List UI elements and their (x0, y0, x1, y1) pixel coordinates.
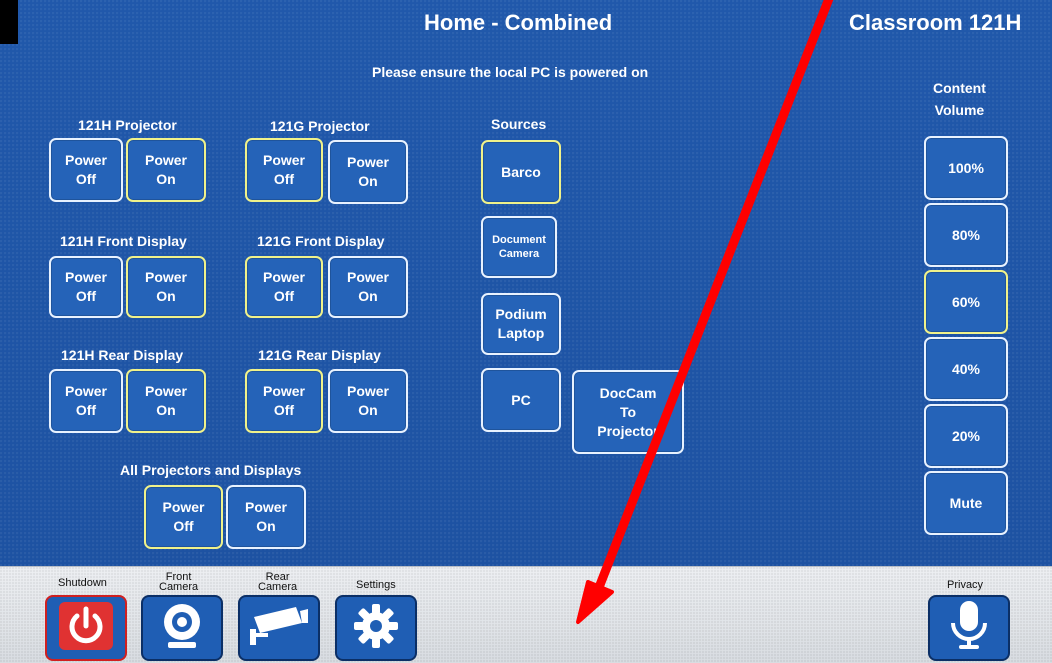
button-label: Power On (346, 383, 389, 418)
button-label: Power Off (64, 269, 107, 304)
source-podium-laptop-button[interactable]: Podium Laptop (481, 293, 561, 355)
121h-rear-display-power-off-button[interactable]: Power Off (49, 369, 123, 433)
volume-80-button[interactable]: 80% (924, 203, 1008, 267)
121g-rear-display-power-off-button[interactable]: Power Off (245, 369, 323, 433)
bezel-corner (0, 0, 18, 44)
gear-icon (352, 602, 400, 655)
doccam-to-projector-button[interactable]: DocCam To Projector (572, 370, 684, 454)
button-label: 40% (951, 360, 981, 377)
button-label: PC (511, 391, 531, 408)
group-label-121g-front-display: 121G Front Display (257, 233, 385, 249)
settings-label: Settings (356, 579, 396, 591)
volume-60-button[interactable]: 60% (924, 270, 1008, 334)
121h-projector-power-on-button[interactable]: Power On (126, 138, 206, 202)
volume-40-button[interactable]: 40% (924, 337, 1008, 401)
button-label: Power On (144, 152, 187, 187)
button-label: Power On (144, 269, 187, 304)
button-label: Power Off (262, 152, 305, 187)
121h-front-display-power-off-button[interactable]: Power Off (49, 256, 123, 318)
group-label-121h-projector: 121H Projector (78, 117, 177, 133)
button-label: Power On (244, 499, 287, 534)
content-volume-label: Content Volume (933, 80, 986, 118)
button-label: Power Off (262, 269, 305, 304)
121g-projector-power-on-button[interactable]: Power On (328, 140, 408, 204)
button-label: Power Off (64, 383, 107, 418)
source-document-camera-button[interactable]: Document Camera (481, 216, 557, 278)
button-label: Podium Laptop (495, 306, 547, 341)
sources-label: Sources (491, 116, 547, 132)
all-power-on-button[interactable]: Power On (226, 485, 306, 549)
button-label: Power Off (64, 152, 107, 187)
121h-front-display-power-on-button[interactable]: Power On (126, 256, 206, 318)
rear-camera-label: Rear Camera (258, 571, 298, 593)
power-icon (57, 600, 115, 657)
121h-rear-display-power-on-button[interactable]: Power On (126, 369, 206, 433)
button-label: Power On (144, 383, 187, 418)
button-label: Power On (346, 154, 389, 189)
settings-button[interactable] (335, 595, 417, 661)
shutdown-label: Shutdown (58, 577, 107, 589)
button-label: Power Off (262, 383, 305, 418)
121g-front-display-power-off-button[interactable]: Power Off (245, 256, 323, 318)
room-name: Classroom 121H (849, 10, 1022, 35)
button-label: Mute (949, 494, 983, 511)
rear-camera-button[interactable] (238, 595, 320, 661)
shutdown-button[interactable] (45, 595, 127, 661)
webcam-icon (156, 600, 208, 657)
button-label: 80% (951, 226, 981, 243)
121g-rear-display-power-on-button[interactable]: Power On (328, 369, 408, 433)
pc-power-notice: Please ensure the local PC is powered on (372, 64, 649, 80)
button-label: DocCam To Projector (597, 384, 659, 439)
volume-100-button[interactable]: 100% (924, 136, 1008, 200)
all-power-off-button[interactable]: Power Off (144, 485, 223, 549)
121g-front-display-power-on-button[interactable]: Power On (328, 256, 408, 318)
privacy-button[interactable] (928, 595, 1010, 661)
group-label-all-projectors-displays: All Projectors and Displays (120, 462, 302, 478)
group-label-121g-projector: 121G Projector (270, 118, 370, 134)
front-camera-button[interactable] (141, 595, 223, 661)
button-label: Power Off (162, 499, 205, 534)
button-label: 20% (951, 427, 981, 444)
button-label: Barco (501, 163, 541, 180)
button-label: Document Camera (492, 234, 546, 260)
page-title: Home - Combined (424, 10, 613, 35)
volume-20-button[interactable]: 20% (924, 404, 1008, 468)
button-label: 100% (948, 159, 984, 176)
source-pc-button[interactable]: PC (481, 368, 561, 432)
privacy-label: Privacy (947, 579, 984, 591)
front-camera-label: Front Camera (159, 571, 199, 593)
121h-projector-power-off-button[interactable]: Power Off (49, 138, 123, 202)
security-camera-icon (248, 603, 310, 654)
121g-projector-power-off-button[interactable]: Power Off (245, 138, 323, 202)
volume-mute-button[interactable]: Mute (924, 471, 1008, 535)
group-label-121g-rear-display: 121G Rear Display (258, 347, 381, 363)
microphone-icon (947, 599, 991, 658)
group-label-121h-front-display: 121H Front Display (60, 233, 187, 249)
button-label: 60% (951, 293, 981, 310)
button-label: Power On (346, 269, 389, 304)
source-barco-button[interactable]: Barco (481, 140, 561, 204)
group-label-121h-rear-display: 121H Rear Display (61, 347, 184, 363)
